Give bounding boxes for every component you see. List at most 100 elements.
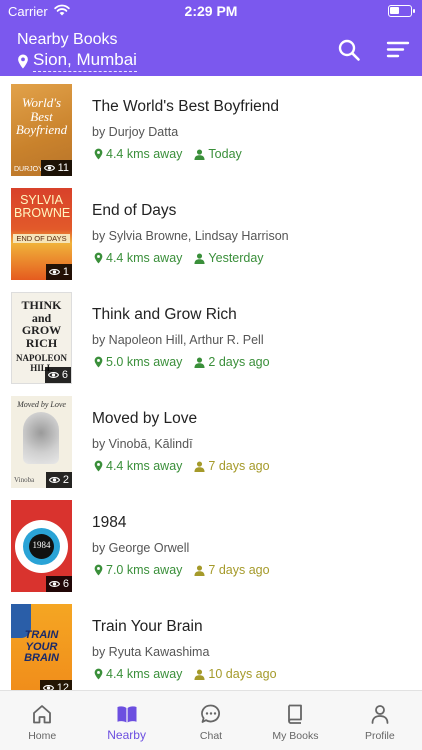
- tab-bar: Home Nearby Chat My Books Profile: [0, 690, 422, 750]
- book-title: Think and Grow Rich: [92, 306, 237, 323]
- cover-author: Vinoba: [14, 476, 35, 484]
- eye-icon: [48, 477, 60, 483]
- view-count: 12: [39, 680, 72, 690]
- book-author: by George Orwell: [92, 541, 190, 555]
- cover-text: TRAIN YOUR BRAIN: [24, 629, 59, 665]
- view-count-value: 1: [62, 266, 69, 278]
- location-pin-icon: [94, 356, 103, 368]
- view-count-value: 2: [62, 474, 69, 486]
- user-icon: [194, 252, 205, 264]
- view-count: 6: [45, 576, 72, 592]
- book-cover: 1984 6: [11, 500, 72, 592]
- location-pin-icon: [94, 252, 103, 264]
- posted-time: 7 days ago: [194, 563, 270, 577]
- book-title: End of Days: [92, 202, 177, 219]
- user-icon: [194, 564, 205, 576]
- posted-time: 2 days ago: [194, 355, 270, 369]
- book-title: Train Your Brain: [92, 618, 203, 635]
- page-title: Nearby Books: [17, 31, 118, 48]
- view-count: 1: [45, 264, 72, 280]
- tab-label: My Books: [272, 730, 319, 742]
- location-pin-icon: [94, 564, 103, 576]
- tab-my-books[interactable]: My Books: [253, 691, 337, 750]
- distance-text: 4.4 kms away: [106, 667, 183, 681]
- tab-label: Chat: [199, 730, 223, 742]
- book-cover: World's Best Boyfriend DURJOY 11: [11, 84, 72, 176]
- distance-text: 4.4 kms away: [106, 251, 183, 265]
- book-list-item[interactable]: THINK and GROW RICH NAPOLEON HILL 6 Thin…: [0, 284, 422, 388]
- location-label: Sion, Mumbai: [33, 50, 137, 72]
- distance: 4.4 kms away: [94, 459, 182, 473]
- cover-text: World's Best Boyfriend: [15, 95, 68, 138]
- location-pin-icon: [94, 148, 103, 160]
- user-icon: [194, 356, 205, 368]
- tab-chat[interactable]: Chat: [169, 691, 253, 750]
- book-meta: 4.4 kms away Today: [94, 147, 242, 161]
- posted-time-text: 2 days ago: [208, 355, 270, 369]
- book-cover: Moved by Love Vinoba 2: [11, 396, 72, 488]
- posted-time: 7 days ago: [194, 459, 270, 473]
- clock: 2:29 PM: [184, 3, 238, 19]
- book-icon: [288, 704, 303, 724]
- posted-time-text: Today: [208, 147, 242, 161]
- book-author: by Vinobā, Kālindī: [92, 437, 193, 451]
- distance-text: 5.0 kms away: [106, 355, 183, 369]
- sort-filter-icon[interactable]: [386, 38, 410, 62]
- book-author: by Sylvia Browne, Lindsay Harrison: [92, 229, 289, 243]
- view-count-value: 12: [56, 682, 69, 690]
- location-pin-icon: [18, 53, 28, 69]
- view-count-value: 6: [61, 369, 68, 381]
- home-icon: [33, 705, 52, 724]
- status-bar: Carrier 2:29 PM: [0, 0, 422, 24]
- book-cover: SYLVIA BROWNE END OF DAYS 1: [11, 188, 72, 280]
- view-count-value: 11: [57, 162, 69, 174]
- posted-time-text: Yesterday: [208, 251, 264, 265]
- posted-time: Yesterday: [194, 251, 264, 265]
- cover-text: Moved by Love: [17, 400, 66, 409]
- book-meta: 5.0 kms away 2 days ago: [94, 355, 270, 369]
- tab-label: Profile: [364, 730, 395, 742]
- book-author: by Ryuta Kawashima: [92, 645, 210, 659]
- chat-icon: [201, 704, 220, 723]
- view-count-value: 6: [62, 578, 69, 590]
- location-pin-icon: [94, 460, 103, 472]
- tab-profile[interactable]: Profile: [338, 691, 422, 750]
- cover-text: THINK and GROW RICH: [21, 298, 62, 350]
- book-author: by Durjoy Datta: [92, 125, 179, 139]
- location-pin-icon: [94, 668, 103, 680]
- tab-label: Nearby: [107, 728, 146, 742]
- tab-home[interactable]: Home: [0, 691, 84, 750]
- cover-portrait: [23, 412, 59, 464]
- location-selector[interactable]: Sion, Mumbai: [17, 50, 137, 72]
- book-list-item[interactable]: World's Best Boyfriend DURJOY 11 The Wor…: [0, 76, 422, 180]
- cover-text: 1984: [32, 540, 51, 550]
- posted-time-text: 10 days ago: [208, 667, 277, 681]
- battery-icon: [388, 5, 415, 17]
- book-meta: 7.0 kms away 7 days ago: [94, 563, 270, 577]
- cover-subtitle: END OF DAYS: [13, 234, 70, 243]
- view-count: 2: [45, 472, 72, 488]
- posted-time: Today: [194, 147, 242, 161]
- book-author: by Napoleon Hill, Arthur R. Pell: [92, 333, 264, 347]
- user-icon: [194, 668, 205, 680]
- distance: 4.4 kms away: [94, 667, 182, 681]
- posted-time-text: 7 days ago: [208, 563, 270, 577]
- book-cover: THINK and GROW RICH NAPOLEON HILL 6: [11, 292, 72, 384]
- tab-nearby[interactable]: Nearby: [84, 691, 168, 750]
- book-list-item[interactable]: Moved by Love Vinoba 2 Moved by Love by …: [0, 388, 422, 492]
- distance: 5.0 kms away: [94, 355, 182, 369]
- search-icon[interactable]: [337, 38, 361, 62]
- eye-icon: [47, 372, 59, 378]
- cover-text: SYLVIA BROWNE: [14, 193, 71, 221]
- distance-text: 4.4 kms away: [106, 147, 183, 161]
- book-title: The World's Best Boyfriend: [92, 98, 280, 115]
- book-meta: 4.4 kms away 10 days ago: [94, 667, 277, 681]
- book-list-item[interactable]: 1984 6 1984 by George Orwell 7.0 kms awa…: [0, 492, 422, 596]
- book-title: Moved by Love: [92, 410, 198, 427]
- posted-time: 10 days ago: [194, 667, 277, 681]
- user-icon: [194, 148, 205, 160]
- book-meta: 4.4 kms away Yesterday: [94, 251, 264, 265]
- book-list-item[interactable]: SYLVIA BROWNE END OF DAYS 1 End of Days …: [0, 180, 422, 284]
- posted-time-text: 7 days ago: [208, 459, 270, 473]
- book-list-item[interactable]: TRAIN YOUR BRAIN 12 Train Your Brain by …: [0, 596, 422, 690]
